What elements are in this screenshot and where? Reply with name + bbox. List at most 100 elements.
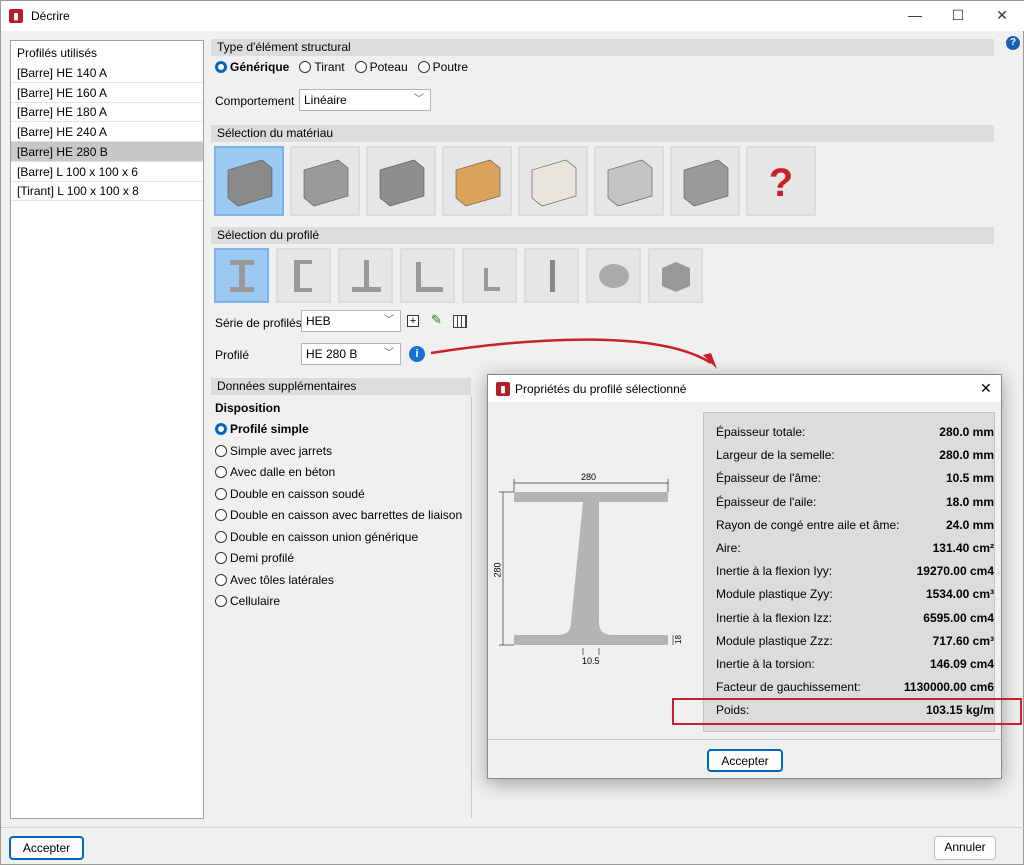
profile-small-L-tile[interactable] (462, 248, 517, 303)
property-value: 1130000.00 cm6 (903, 680, 994, 695)
property-value: 24.0 mm (945, 517, 994, 532)
chevron-down-icon: ﹀ (414, 94, 424, 105)
radio-button[interactable] (299, 61, 312, 73)
disposition-option[interactable]: Demi profilé (215, 551, 294, 565)
radio-button[interactable] (215, 61, 227, 73)
disposition-option[interactable]: Avec tôles latérales (215, 573, 334, 587)
behavior-value: Linéaire (304, 93, 347, 107)
list-item[interactable]: [Barre] L 100 x 100 x 6 (11, 162, 203, 182)
plate-icon (550, 260, 555, 292)
behavior-select[interactable]: Linéaire ﹀ (299, 89, 431, 111)
help-icon[interactable]: ? (1006, 36, 1020, 50)
property-label: Épaisseur totale: (716, 425, 806, 439)
disposition-option[interactable]: Profilé simple (215, 422, 309, 436)
profile-I-section-tile[interactable] (214, 248, 269, 303)
wood-icon (455, 159, 501, 207)
material-wood-tile[interactable] (442, 146, 512, 216)
radio-button[interactable] (215, 444, 227, 457)
list-item[interactable]: [Barre] HE 140 A (11, 63, 203, 83)
table-icon[interactable] (453, 315, 467, 328)
profile-round-bar-tile[interactable] (586, 248, 641, 303)
property-row: Facteur de gauchissement: 1130000.00 cm6 (716, 676, 994, 699)
material-generic-unknown-tile[interactable]: ? (746, 146, 816, 216)
property-label: Aire: (716, 541, 741, 555)
add-series-icon[interactable]: + (407, 315, 419, 327)
radio-label: Générique (230, 60, 290, 74)
section-material: Sélection du matériau (211, 125, 994, 142)
series-select[interactable]: HEB ﹀ (301, 310, 401, 332)
dim-height: 280 (492, 562, 503, 578)
app-icon: ▮ (9, 9, 23, 23)
property-label: Facteur de gauchissement: (716, 680, 861, 695)
profile-L-section-tile[interactable] (400, 248, 455, 303)
radio-button[interactable] (215, 552, 227, 564)
dialog-accept-button[interactable]: Accepter (707, 749, 783, 772)
radio-label: Double en caisson union générique (230, 529, 419, 544)
disposition-option[interactable]: Simple avec jarrets (215, 444, 332, 458)
aluminium-generic-icon (531, 159, 577, 207)
list-item[interactable]: [Tirant] L 100 x 100 x 8 (11, 181, 203, 202)
material-steel-welded-tile[interactable] (290, 146, 360, 216)
list-item[interactable]: [Barre] HE 240 A (11, 122, 203, 143)
cancel-button[interactable]: Annuler (934, 836, 996, 860)
material-cold-formed-tile[interactable] (366, 146, 436, 216)
i-beam-drawing (499, 479, 674, 655)
close-button[interactable]: ✕ (992, 7, 1012, 25)
radio-label: Cellulaire (230, 594, 281, 608)
radio-button[interactable] (215, 509, 227, 521)
property-label: Module plastique Zyy: (716, 587, 833, 602)
profile-C-section-tile[interactable] (276, 248, 331, 303)
profile-select[interactable]: HE 280 B ﹀ (301, 343, 401, 365)
profile-label: Profilé (215, 348, 250, 362)
radio-button[interactable] (215, 423, 227, 435)
material-steel-rolled-tile[interactable] (214, 146, 284, 216)
radio-button[interactable] (215, 530, 227, 543)
property-label: Module plastique Zzz: (716, 633, 833, 648)
dim-width: 280 (581, 472, 597, 482)
radio-tirant[interactable]: Tirant (299, 60, 345, 74)
minimize-button[interactable]: — (905, 7, 925, 25)
dim-flange: 18 (673, 635, 683, 644)
radio-button[interactable] (215, 487, 227, 500)
edit-series-icon[interactable]: ✎ (431, 312, 442, 328)
disposition-option[interactable]: Double en caisson avec barrettes de liai… (215, 508, 462, 522)
radio-button[interactable] (215, 466, 227, 478)
I-section-icon (230, 260, 254, 292)
accept-button[interactable]: Accepter (9, 836, 84, 860)
series-label: Série de profilés (215, 316, 302, 330)
radio-button[interactable] (215, 595, 227, 607)
property-row: Module plastique Zzz: 717.60 cm³ (716, 630, 994, 653)
radio-button[interactable] (354, 61, 367, 73)
profile-plate-tile[interactable] (524, 248, 579, 303)
list-item[interactable]: [Barre] HE 160 A (11, 83, 203, 103)
maximize-button[interactable]: ☐ (948, 7, 968, 25)
radio-button[interactable] (215, 573, 227, 586)
property-value: 19270.00 cm4 (916, 564, 994, 579)
profile-T-section-tile[interactable] (338, 248, 393, 303)
property-label: Inertie à la flexion Izz: (716, 610, 833, 625)
property-row: Épaisseur totale: 280.0 mm (716, 421, 994, 444)
property-label: Largeur de la semelle: (716, 448, 835, 463)
radio-poutre[interactable]: Poutre (417, 60, 468, 74)
property-value: 280.0 mm (939, 448, 994, 463)
disposition-option[interactable]: Cellulaire (215, 594, 280, 608)
profile-box-tile[interactable] (648, 248, 703, 303)
dialog-close-button[interactable]: ✕ (980, 380, 992, 397)
material-concrete-tile[interactable] (670, 146, 740, 216)
list-item[interactable]: [Barre] HE 280 B (11, 141, 203, 162)
material-aluminium-generic-tile[interactable] (518, 146, 588, 216)
disposition-option[interactable]: Avec dalle en béton (215, 465, 335, 479)
structural-type-radios: Générique Tirant Poteau Poutre (215, 60, 478, 74)
disposition-option[interactable]: Double en caisson soudé (215, 487, 365, 501)
material-aluminium-extruded-tile[interactable] (594, 146, 664, 216)
profile-properties-dialog: ▮ Propriétés du profilé sélectionné ✕ 28… (487, 374, 1022, 779)
radio-poteau[interactable]: Poteau (354, 60, 408, 74)
property-value: 146.09 cm4 (929, 657, 994, 671)
radio-button[interactable] (417, 61, 430, 73)
property-row: Aire: 131.40 cm² (716, 537, 994, 560)
disposition-option[interactable]: Double en caisson union générique (215, 530, 418, 544)
radio-générique[interactable]: Générique (215, 60, 289, 74)
list-item[interactable]: [Barre] HE 180 A (11, 102, 203, 123)
radio-label: Double en caisson avec barrettes de liai… (230, 508, 463, 522)
profile-value: HE 280 B (306, 347, 358, 361)
